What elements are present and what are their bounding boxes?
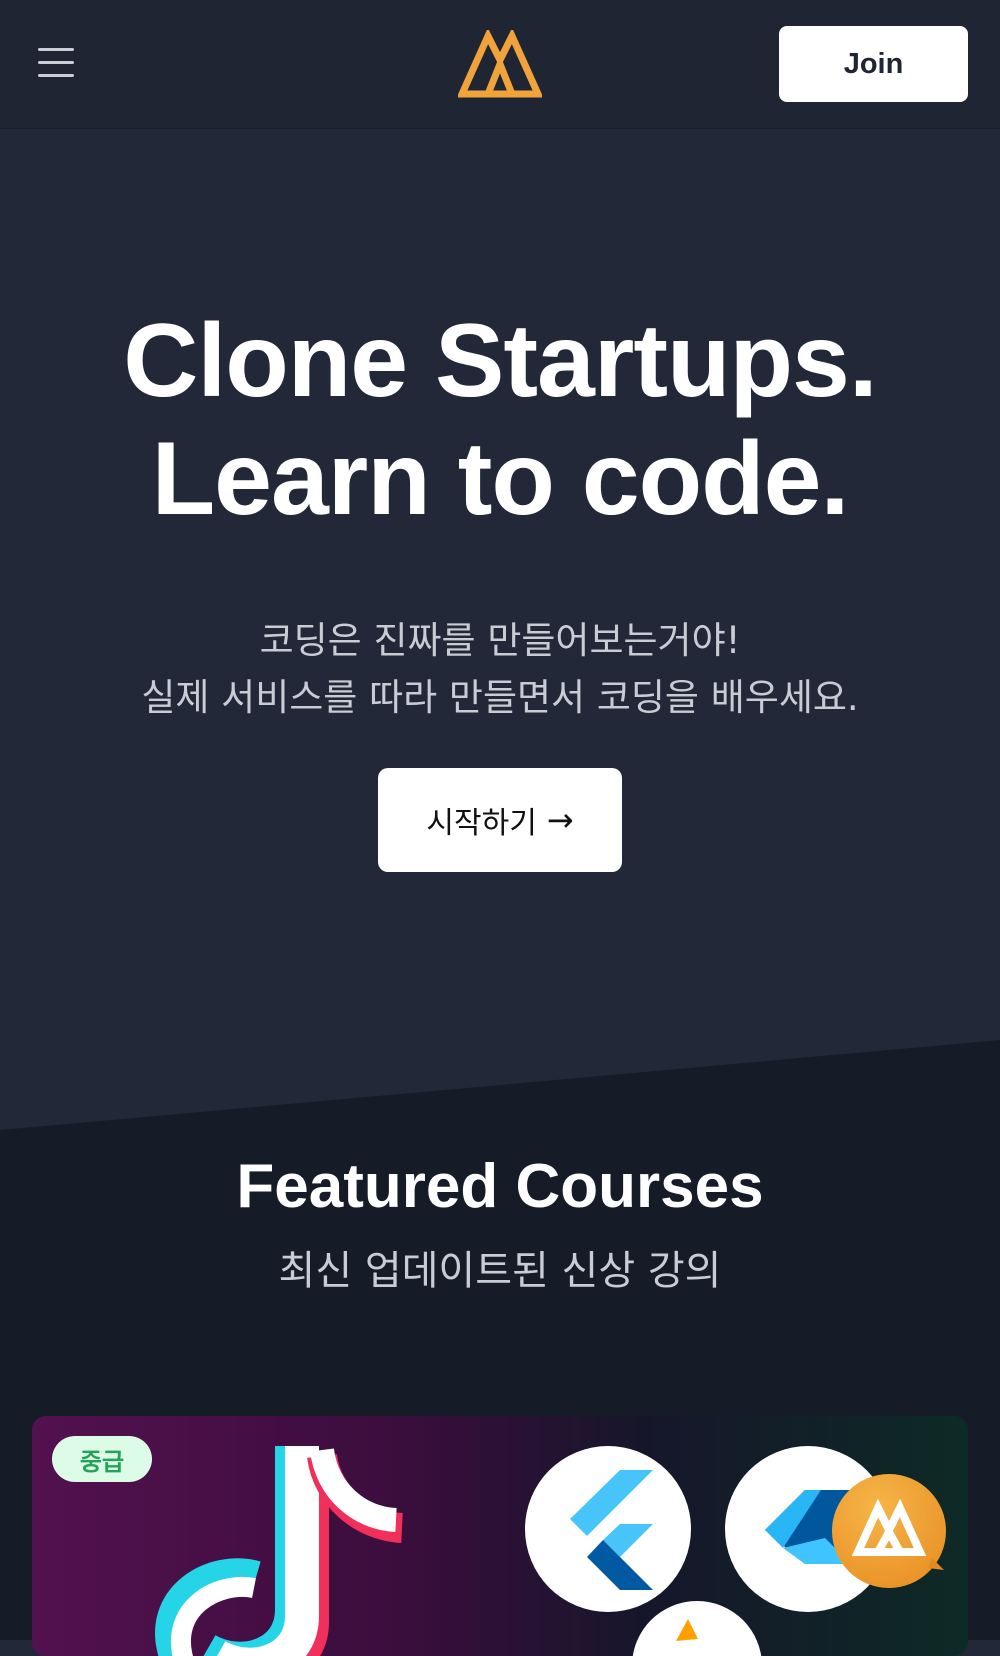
firebase-logo-icon (632, 1601, 762, 1656)
start-button-label: 시작하기 (426, 806, 537, 841)
hero-subtitle-line-1: 코딩은 진짜를 만들어보는거야! (259, 619, 741, 662)
featured-title: Featured Courses (236, 1152, 764, 1221)
hamburger-menu-icon[interactable] (36, 46, 76, 80)
start-button[interactable]: 시작하기 → (378, 768, 622, 872)
nomad-logo-icon[interactable] (458, 30, 542, 98)
hero-title: Clone Startups. Learn to code. (0, 302, 1000, 538)
hero-title-line-2: Learn to code. (151, 421, 850, 537)
hero-subtitle: 코딩은 진짜를 만들어보는거야! 실제 서비스를 따라 만들면서 코딩을 배우세… (0, 612, 1000, 726)
arrow-right-icon: → (546, 801, 574, 839)
featured-subtitle: 최신 업데이트된 신상 강의 (278, 1248, 722, 1294)
tiktok-logo-icon (155, 1446, 404, 1656)
hero-title-line-1: Clone Startups. (123, 303, 878, 419)
flutter-logo-icon (525, 1446, 691, 1612)
join-button[interactable]: Join (779, 26, 968, 102)
nomad-badge-icon (832, 1474, 946, 1588)
hero-subtitle-line-2: 실제 서비스를 따라 만들면서 코딩을 배우세요. (141, 676, 859, 719)
course-card[interactable]: 중급 (32, 1416, 968, 1656)
level-badge: 중급 (52, 1436, 152, 1482)
top-navbar: Join (0, 0, 1000, 129)
